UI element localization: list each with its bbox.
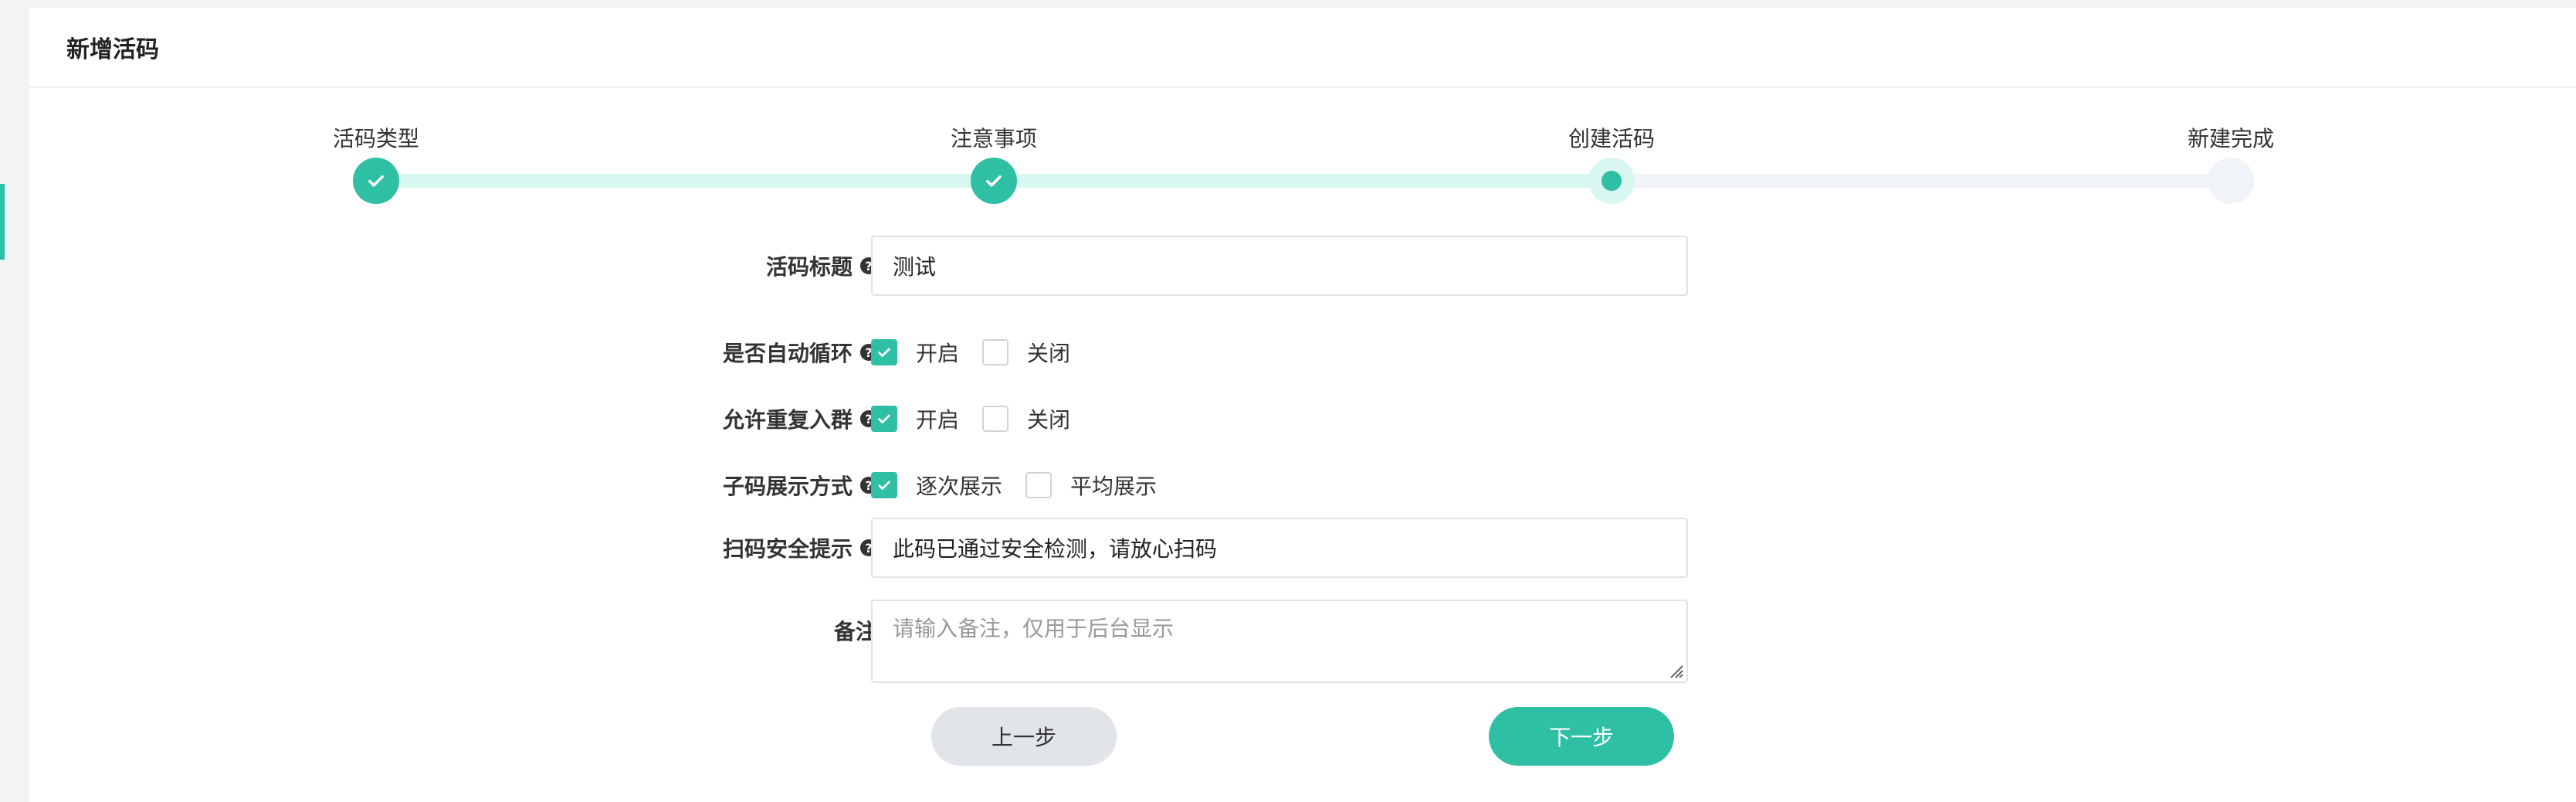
auto-loop-option-on[interactable]: 开启	[871, 331, 959, 374]
rejoin-label: 允许重复入群	[722, 407, 852, 433]
rejoin-option-on[interactable]: 开启	[871, 397, 959, 440]
form-row-remark: 备注 请输入备注，仅用于后台显示	[29, 600, 2576, 683]
auto-loop-label: 是否自动循环	[722, 341, 852, 366]
step-3-current-dot-icon	[1588, 158, 1635, 204]
step-label-4: 新建完成	[2187, 126, 2275, 151]
display-mode-label: 子码展示方式	[722, 474, 852, 499]
step-label-2: 注意事项	[950, 126, 1038, 151]
checkbox-unchecked-icon[interactable]	[1025, 472, 1052, 498]
title-label: 活码标题	[765, 254, 852, 280]
security-tip-input[interactable]: 此码已通过安全检测，请放心扫码	[871, 518, 1688, 578]
remark-textarea[interactable]: 请输入备注，仅用于后台显示	[871, 600, 1688, 683]
checkbox-checked-icon[interactable]	[871, 406, 897, 432]
page-title: 新增活码	[29, 8, 2576, 88]
display-mode-option-average[interactable]: 平均展示	[1025, 464, 1157, 507]
rejoin-option-off[interactable]: 关闭	[982, 397, 1070, 440]
step-2-check-icon	[971, 158, 1017, 204]
step-4-pending-dot-icon	[2208, 158, 2254, 204]
form-row-security-tip: 扫码安全提示 ? 此码已通过安全检测，请放心扫码	[29, 518, 2576, 578]
title-input[interactable]: 测试	[871, 236, 1688, 296]
main-card: 新增活码 活码类型 注意事项 创建活码 新建完成 活码标题 ? 测试 是否自动循…	[29, 8, 2576, 802]
next-step-button[interactable]: 下一步	[1489, 707, 1674, 766]
security-tip-label: 扫码安全提示	[722, 536, 852, 562]
resize-handle-icon[interactable]	[1666, 661, 1683, 678]
checkbox-unchecked-icon[interactable]	[982, 339, 1008, 365]
form-row-auto-loop: 是否自动循环 ? 开启 关闭	[29, 331, 2576, 374]
step-connector-1	[376, 174, 994, 188]
checkbox-unchecked-icon[interactable]	[982, 406, 1008, 432]
sidebar-active-indicator	[0, 184, 5, 260]
remark-placeholder: 请输入备注，仅用于后台显示	[893, 616, 1174, 641]
form-row-title: 活码标题 ? 测试	[29, 236, 2576, 296]
step-connector-2	[994, 174, 1612, 188]
form-row-display-mode: 子码展示方式 ? 逐次展示 平均展示	[29, 464, 2576, 507]
left-sidebar-strip	[0, 0, 8, 802]
display-mode-option-sequential[interactable]: 逐次展示	[871, 464, 1002, 507]
step-connector-3	[1612, 174, 2231, 188]
step-1-check-icon	[353, 158, 399, 204]
checkbox-checked-icon[interactable]	[871, 472, 897, 498]
prev-step-button[interactable]: 上一步	[931, 707, 1117, 766]
checkbox-checked-icon[interactable]	[871, 339, 897, 365]
step-label-3: 创建活码	[1568, 126, 1656, 151]
form-row-rejoin: 允许重复入群 ? 开启 关闭	[29, 397, 2576, 440]
stepper: 活码类型 注意事项 创建活码 新建完成	[29, 88, 2576, 219]
step-label-1: 活码类型	[332, 126, 420, 151]
auto-loop-option-off[interactable]: 关闭	[982, 331, 1070, 374]
